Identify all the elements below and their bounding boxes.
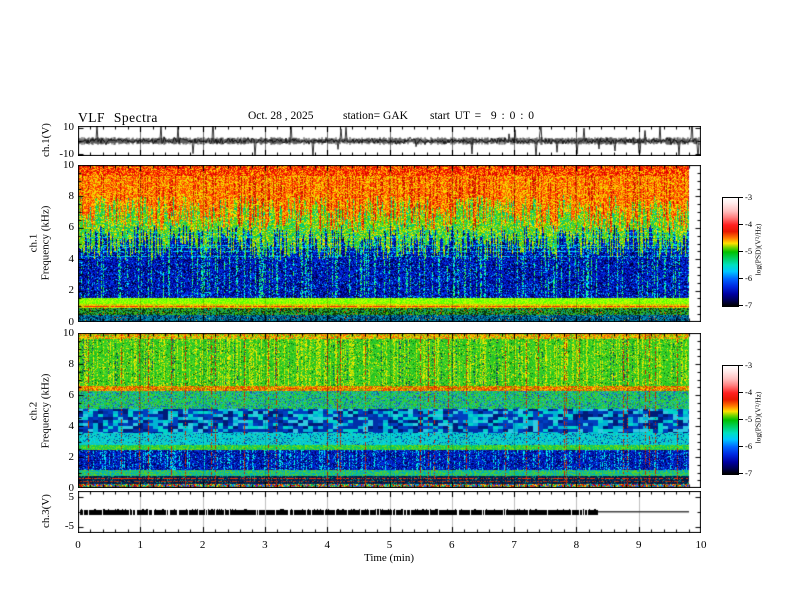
x-tick-label: 6 xyxy=(449,539,455,551)
time-axis-label: Time (min) xyxy=(363,552,414,564)
ch2-axis-line1: ch.2 xyxy=(27,401,40,421)
ch1-spectrogram-frame xyxy=(78,165,701,322)
colorbar-tick-label: -4 xyxy=(745,387,753,397)
ch1-spectrogram-panel xyxy=(78,165,701,322)
x-tick-label: 3 xyxy=(262,539,268,551)
ch1-waveform-frame xyxy=(78,126,701,156)
ch1_spec-y-tick-label: 8 xyxy=(68,189,75,202)
colorbar-tick-label: -6 xyxy=(745,441,753,451)
colorbar-tick-label: -3 xyxy=(745,360,753,370)
ch1_spec-y-tick-label: 2 xyxy=(68,284,75,297)
colorbar-tick xyxy=(739,278,743,279)
ch1_wave-y-tick-label: 10 xyxy=(63,121,74,134)
colorbar-tick xyxy=(739,365,743,366)
ch2_spec-y-tick-label: 2 xyxy=(68,450,75,463)
ch1_spec-y-tick-label: 10 xyxy=(63,158,74,171)
x-tick-label: 0 xyxy=(75,539,81,551)
ch1-frequency-axis-label: ch.1 Frequency (kHz) xyxy=(28,165,52,322)
ch1-waveform-panel xyxy=(78,126,701,156)
x-tick-label: 9 xyxy=(635,539,642,551)
ch3-status-frame xyxy=(78,491,701,533)
ch1_spec-y-tick-label: 4 xyxy=(68,252,75,265)
station-label: station= GAK xyxy=(343,110,408,122)
colorbar-tick-label: -5 xyxy=(745,246,753,256)
colorbar-tick-label: -4 xyxy=(745,219,753,229)
ch2_spec-y-tick-label: 10 xyxy=(63,326,74,339)
start-ut-label: start UT = 9 : 0 : 0 xyxy=(430,110,535,122)
x-tick-label: 8 xyxy=(573,539,580,551)
colorbar-tick xyxy=(739,446,743,447)
ch3-status-panel xyxy=(78,491,701,533)
x-tick-label: 5 xyxy=(386,539,393,551)
colorbar-tick-label: -5 xyxy=(745,414,753,424)
ch2-spectrogram-panel xyxy=(78,333,701,488)
colorbar-tick-label: -3 xyxy=(745,192,753,202)
ch2_spec-y-tick-label: 8 xyxy=(68,357,75,370)
ch2_spec-y-tick-label: 6 xyxy=(68,388,75,401)
colorbar-ch2 xyxy=(722,365,739,475)
ch2-spectrogram-frame xyxy=(78,333,701,488)
colorbar-tick xyxy=(739,392,743,393)
colorbar-tick-label: -7 xyxy=(745,468,753,478)
ch2_spec-y-tick-label: 4 xyxy=(68,419,75,432)
colorbar-tick xyxy=(739,305,743,306)
ch3-y-tick-label: 5 xyxy=(68,490,75,503)
figure-title: VLF Spectra xyxy=(78,110,158,125)
ch1-axis-line2: Frequency (kHz) xyxy=(39,205,52,281)
ch1-axis-line1: ch.1 xyxy=(27,233,40,253)
x-tick-label: 4 xyxy=(324,539,330,551)
colorbar-ch1 xyxy=(722,197,739,307)
colorbar-ch2-unit-label: log(PSD)(V²/Hz) xyxy=(753,391,763,444)
x-tick-label: 2 xyxy=(199,539,206,551)
colorbar-tick-label: -6 xyxy=(745,273,753,283)
colorbar-ch1-unit-label: log(PSD)(V²/Hz) xyxy=(753,223,763,276)
x-tick-label: 10 xyxy=(695,539,707,551)
colorbar-tick xyxy=(739,197,743,198)
x-tick-label: 1 xyxy=(137,539,144,551)
colorbar-tick-label: -7 xyxy=(745,300,753,310)
ch1_spec-y-tick-label: 6 xyxy=(68,221,75,234)
x-tick-label: 7 xyxy=(511,539,517,551)
vlf-spectra-figure: VLF Spectra Oct. 28 , 2025 station= GAK … xyxy=(0,0,792,612)
ch2-frequency-axis-label: ch.2 Frequency (kHz) xyxy=(28,333,52,490)
colorbar-tick xyxy=(739,473,743,474)
colorbar-tick xyxy=(739,224,743,225)
colorbar-tick xyxy=(739,251,743,252)
ch3-y-tick-label: -5 xyxy=(64,520,74,533)
figure-date: Oct. 28 , 2025 xyxy=(248,110,314,122)
colorbar-tick xyxy=(739,419,743,420)
ch2-axis-line2: Frequency (kHz) xyxy=(39,373,52,449)
